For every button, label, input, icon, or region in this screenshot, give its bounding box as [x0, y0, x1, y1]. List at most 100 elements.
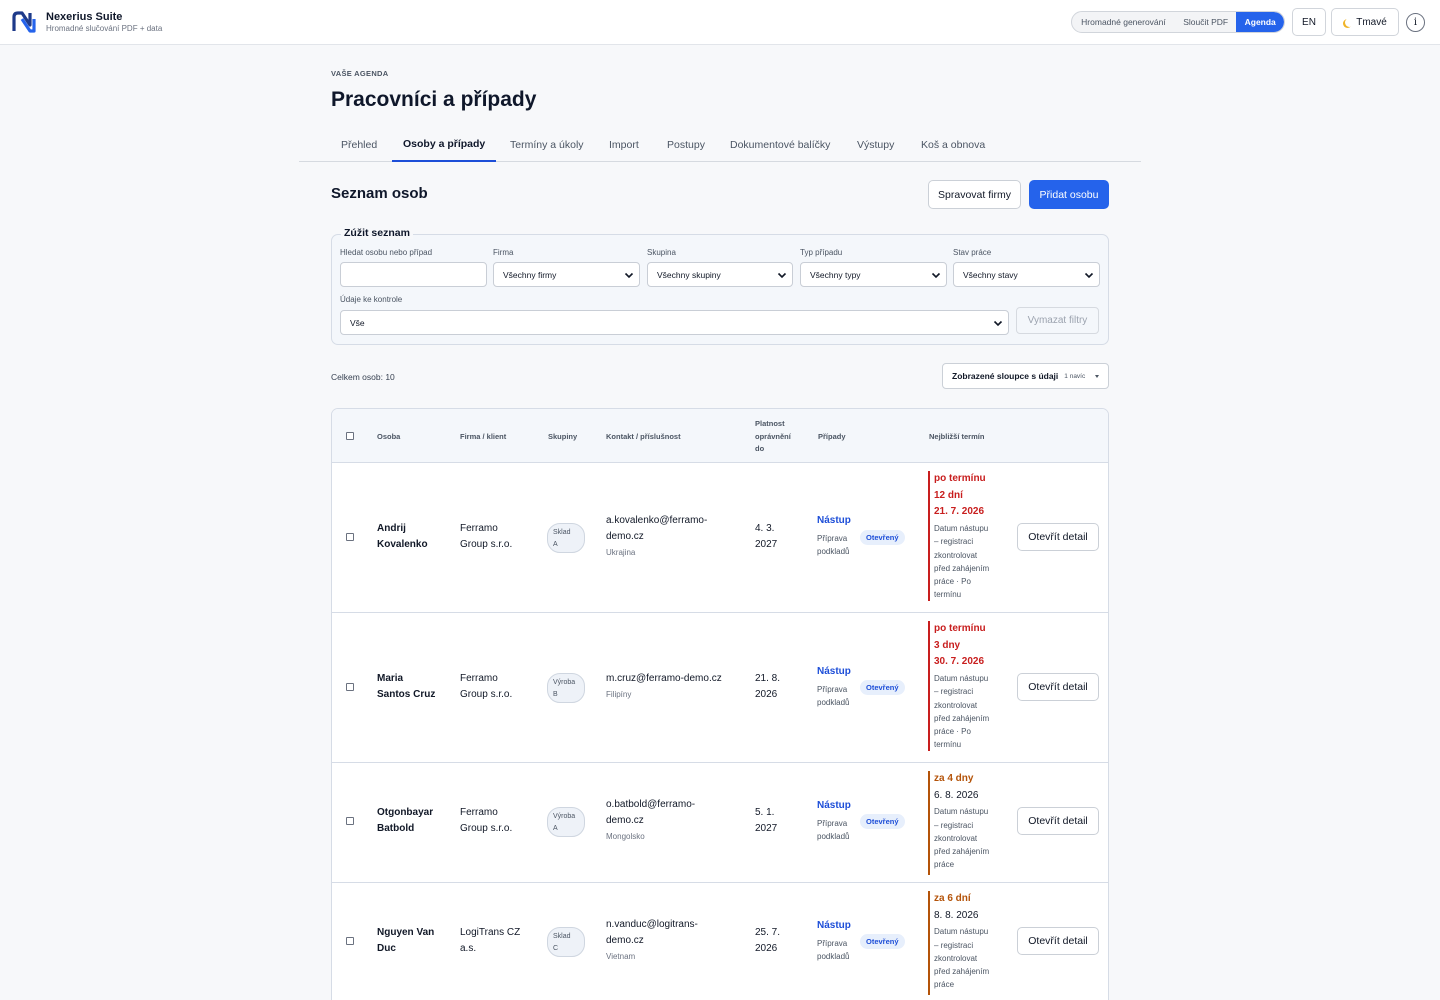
th-valid-until[interactable]: Platnost oprávnění do [755, 418, 791, 456]
note-line: před zahájením [934, 967, 990, 977]
row-checkbox[interactable] [346, 817, 354, 825]
mode-agenda[interactable]: Agenda [1236, 12, 1284, 32]
tab-import[interactable]: Import [598, 128, 650, 162]
case-stage-line: Příprava [817, 534, 848, 543]
note-line: práce [934, 980, 955, 990]
case-type-link[interactable]: Nástup [817, 666, 851, 677]
th-company[interactable]: Firma / klient [460, 431, 506, 444]
person-name-line: Nguyen Van [377, 927, 435, 938]
status-badge: Otevřený [860, 530, 905, 545]
row-checkbox[interactable] [346, 533, 354, 541]
status-badge: Otevřený [860, 680, 905, 695]
brand-subtitle: Hromadné slučování PDF + data [46, 24, 163, 33]
chevron-down-icon [931, 272, 941, 279]
group-line: B [553, 691, 558, 698]
section-title: Seznam osob [331, 185, 428, 202]
deadline-date: 21. 7. 2026 [934, 506, 985, 518]
case-type-link[interactable]: Nástup [817, 920, 851, 931]
email-line: a.kovalenko@ferramo- [606, 515, 708, 526]
note-line: před zahájením [934, 563, 990, 573]
tab-overview[interactable]: Přehled [330, 128, 388, 162]
th-person[interactable]: Osoba [377, 431, 400, 444]
tab-trash-restore[interactable]: Koš a obnova [910, 128, 996, 162]
check-select-value: Vše [350, 317, 365, 328]
note-line: před zahájením [934, 713, 990, 723]
valid-line: 2027 [755, 539, 778, 550]
valid-line: 5. 1. [755, 807, 775, 818]
note-line: – registraci [934, 687, 974, 697]
select-all-checkbox[interactable] [346, 432, 354, 440]
th-cases[interactable]: Případy [818, 431, 846, 444]
nexerius-logo-icon [12, 11, 36, 33]
row-checkbox[interactable] [346, 683, 354, 691]
note-line: práce [934, 860, 955, 870]
group-select[interactable]: Všechny skupiny [647, 262, 793, 287]
tab-document-packages[interactable]: Dokumentové balíčky [719, 128, 841, 162]
clear-filters-button[interactable]: Vymazat filtry [1016, 307, 1099, 334]
deadline-cell: za 6 dní 8. 8. 2026 Datum nástupu – regi… [928, 891, 989, 995]
open-detail-button[interactable]: Otevřít detail [1017, 673, 1099, 701]
caret-down-icon [1095, 375, 1099, 378]
add-person-button[interactable]: Přidat osobu [1029, 180, 1109, 209]
deadline-note: Datum nástupu – registraci zkontrolovat … [934, 805, 989, 871]
th-contact[interactable]: Kontakt / příslušnost [606, 431, 681, 444]
info-icon[interactable]: i [1406, 13, 1425, 32]
mode-switcher: Hromadné generování Sloučit PDF Agenda [1071, 11, 1285, 33]
deadline-note: Datum nástupu – registraci zkontrolovat … [934, 925, 989, 991]
work-status-select[interactable]: Všechny stavy [953, 262, 1100, 287]
note-line: práce · Po [934, 726, 971, 736]
search-input[interactable] [340, 262, 487, 287]
visible-columns-button[interactable]: Zobrazené sloupce s údaji 1 navíc [942, 363, 1109, 389]
case-stage: Příprava podkladů [817, 684, 849, 709]
language-button[interactable]: EN [1292, 8, 1326, 36]
tab-deadlines-tasks[interactable]: Termíny a úkoly [499, 128, 595, 162]
mode-merge-pdf[interactable]: Sloučit PDF [1175, 12, 1236, 32]
person-name[interactable]: Maria Santos Cruz [377, 671, 435, 703]
case-type-select[interactable]: Všechny typy [800, 262, 947, 287]
tab-procedures[interactable]: Postupy [656, 128, 716, 162]
person-name[interactable]: Andrij Kovalenko [377, 521, 428, 553]
person-name[interactable]: Otgonbayar Batbold [377, 805, 433, 837]
filter-legend: Zúžit seznam [341, 227, 413, 239]
case-type-link[interactable]: Nástup [817, 800, 851, 811]
valid-line: 2026 [755, 943, 778, 954]
email-line: m.cruz@ferramo-demo.cz [606, 673, 722, 684]
th-nearest-deadline[interactable]: Nejbližší termín [929, 431, 984, 444]
note-line: – registraci [934, 820, 974, 830]
nationality: Ukrajina [606, 548, 636, 557]
search-label: Hledat osobu nebo případ [340, 248, 433, 257]
theme-button[interactable]: Tmavé [1331, 8, 1399, 36]
mode-bulk-generate[interactable]: Hromadné generování [1072, 12, 1175, 32]
case-stage-line: Příprava [817, 939, 848, 948]
deadline-cell: za 4 dny 6. 8. 2026 Datum nástupu – regi… [928, 771, 989, 875]
th-groups[interactable]: Skupiny [548, 431, 577, 444]
open-detail-button[interactable]: Otevřít detail [1017, 523, 1099, 551]
valid-line: 21. 8. [755, 673, 781, 684]
note-line: – registraci [934, 537, 974, 547]
company-line: Group s.r.o. [460, 823, 513, 834]
row-checkbox[interactable] [346, 937, 354, 945]
deadline-status: za 6 dní [934, 893, 971, 904]
brand-name: Nexerius Suite [46, 11, 123, 23]
case-type-link[interactable]: Nástup [817, 515, 851, 526]
check-select[interactable]: Vše [340, 310, 1009, 335]
company-select[interactable]: Všechny firmy [493, 262, 640, 287]
company-select-value: Všechny firmy [503, 269, 557, 280]
case-stage: Příprava podkladů [817, 938, 849, 963]
person-name[interactable]: Nguyen Van Duc [377, 925, 434, 957]
status-badge: Otevřený [860, 814, 905, 829]
nationality: Mongolsko [606, 832, 645, 841]
manage-companies-button[interactable]: Spravovat firmy [928, 180, 1021, 209]
group-line: Sklad [553, 529, 571, 536]
open-detail-button[interactable]: Otevřít detail [1017, 927, 1099, 955]
open-detail-button[interactable]: Otevřít detail [1017, 807, 1099, 835]
page-title: Pracovníci a případy [331, 88, 537, 111]
case-stage-line: podkladů [817, 697, 850, 707]
valid-line: 25. 7. [755, 927, 781, 938]
group-badge: Výroba A [547, 807, 585, 837]
nationality: Filipíny [606, 690, 632, 699]
tab-bar: Přehled Osoby a případy Termíny a úkoly … [299, 128, 1141, 162]
tab-outputs[interactable]: Výstupy [846, 128, 905, 162]
tab-people-cases[interactable]: Osoby a případy [392, 128, 497, 162]
case-stage-line: Příprava [817, 819, 848, 828]
